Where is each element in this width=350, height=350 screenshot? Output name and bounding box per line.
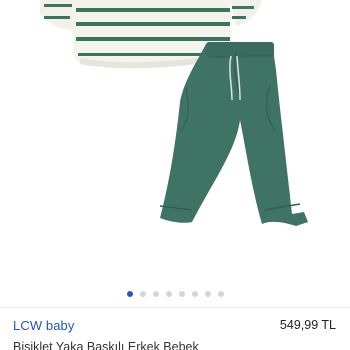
product-price: 549,99 TL bbox=[279, 318, 336, 332]
pager-dot-1[interactable] bbox=[126, 291, 133, 297]
product-name[interactable]: Bisiklet Yaka Baskılı Erkek Bebek bbox=[13, 340, 343, 350]
image-pager[interactable] bbox=[0, 289, 350, 299]
pager-dot-3[interactable] bbox=[152, 291, 159, 297]
pager-dot-5[interactable] bbox=[178, 291, 185, 297]
product-image[interactable] bbox=[0, 0, 350, 280]
pants-illustration bbox=[159, 42, 308, 226]
pager-dot-6[interactable] bbox=[191, 291, 198, 297]
pager-dot-2[interactable] bbox=[139, 291, 146, 297]
product-photo bbox=[40, 0, 308, 226]
pager-dot-4[interactable] bbox=[165, 291, 172, 297]
divider bbox=[0, 307, 350, 308]
brand-link[interactable]: LCW baby bbox=[13, 318, 75, 333]
pager-dot-7[interactable] bbox=[204, 291, 211, 297]
pager-dot-8[interactable] bbox=[217, 291, 224, 297]
